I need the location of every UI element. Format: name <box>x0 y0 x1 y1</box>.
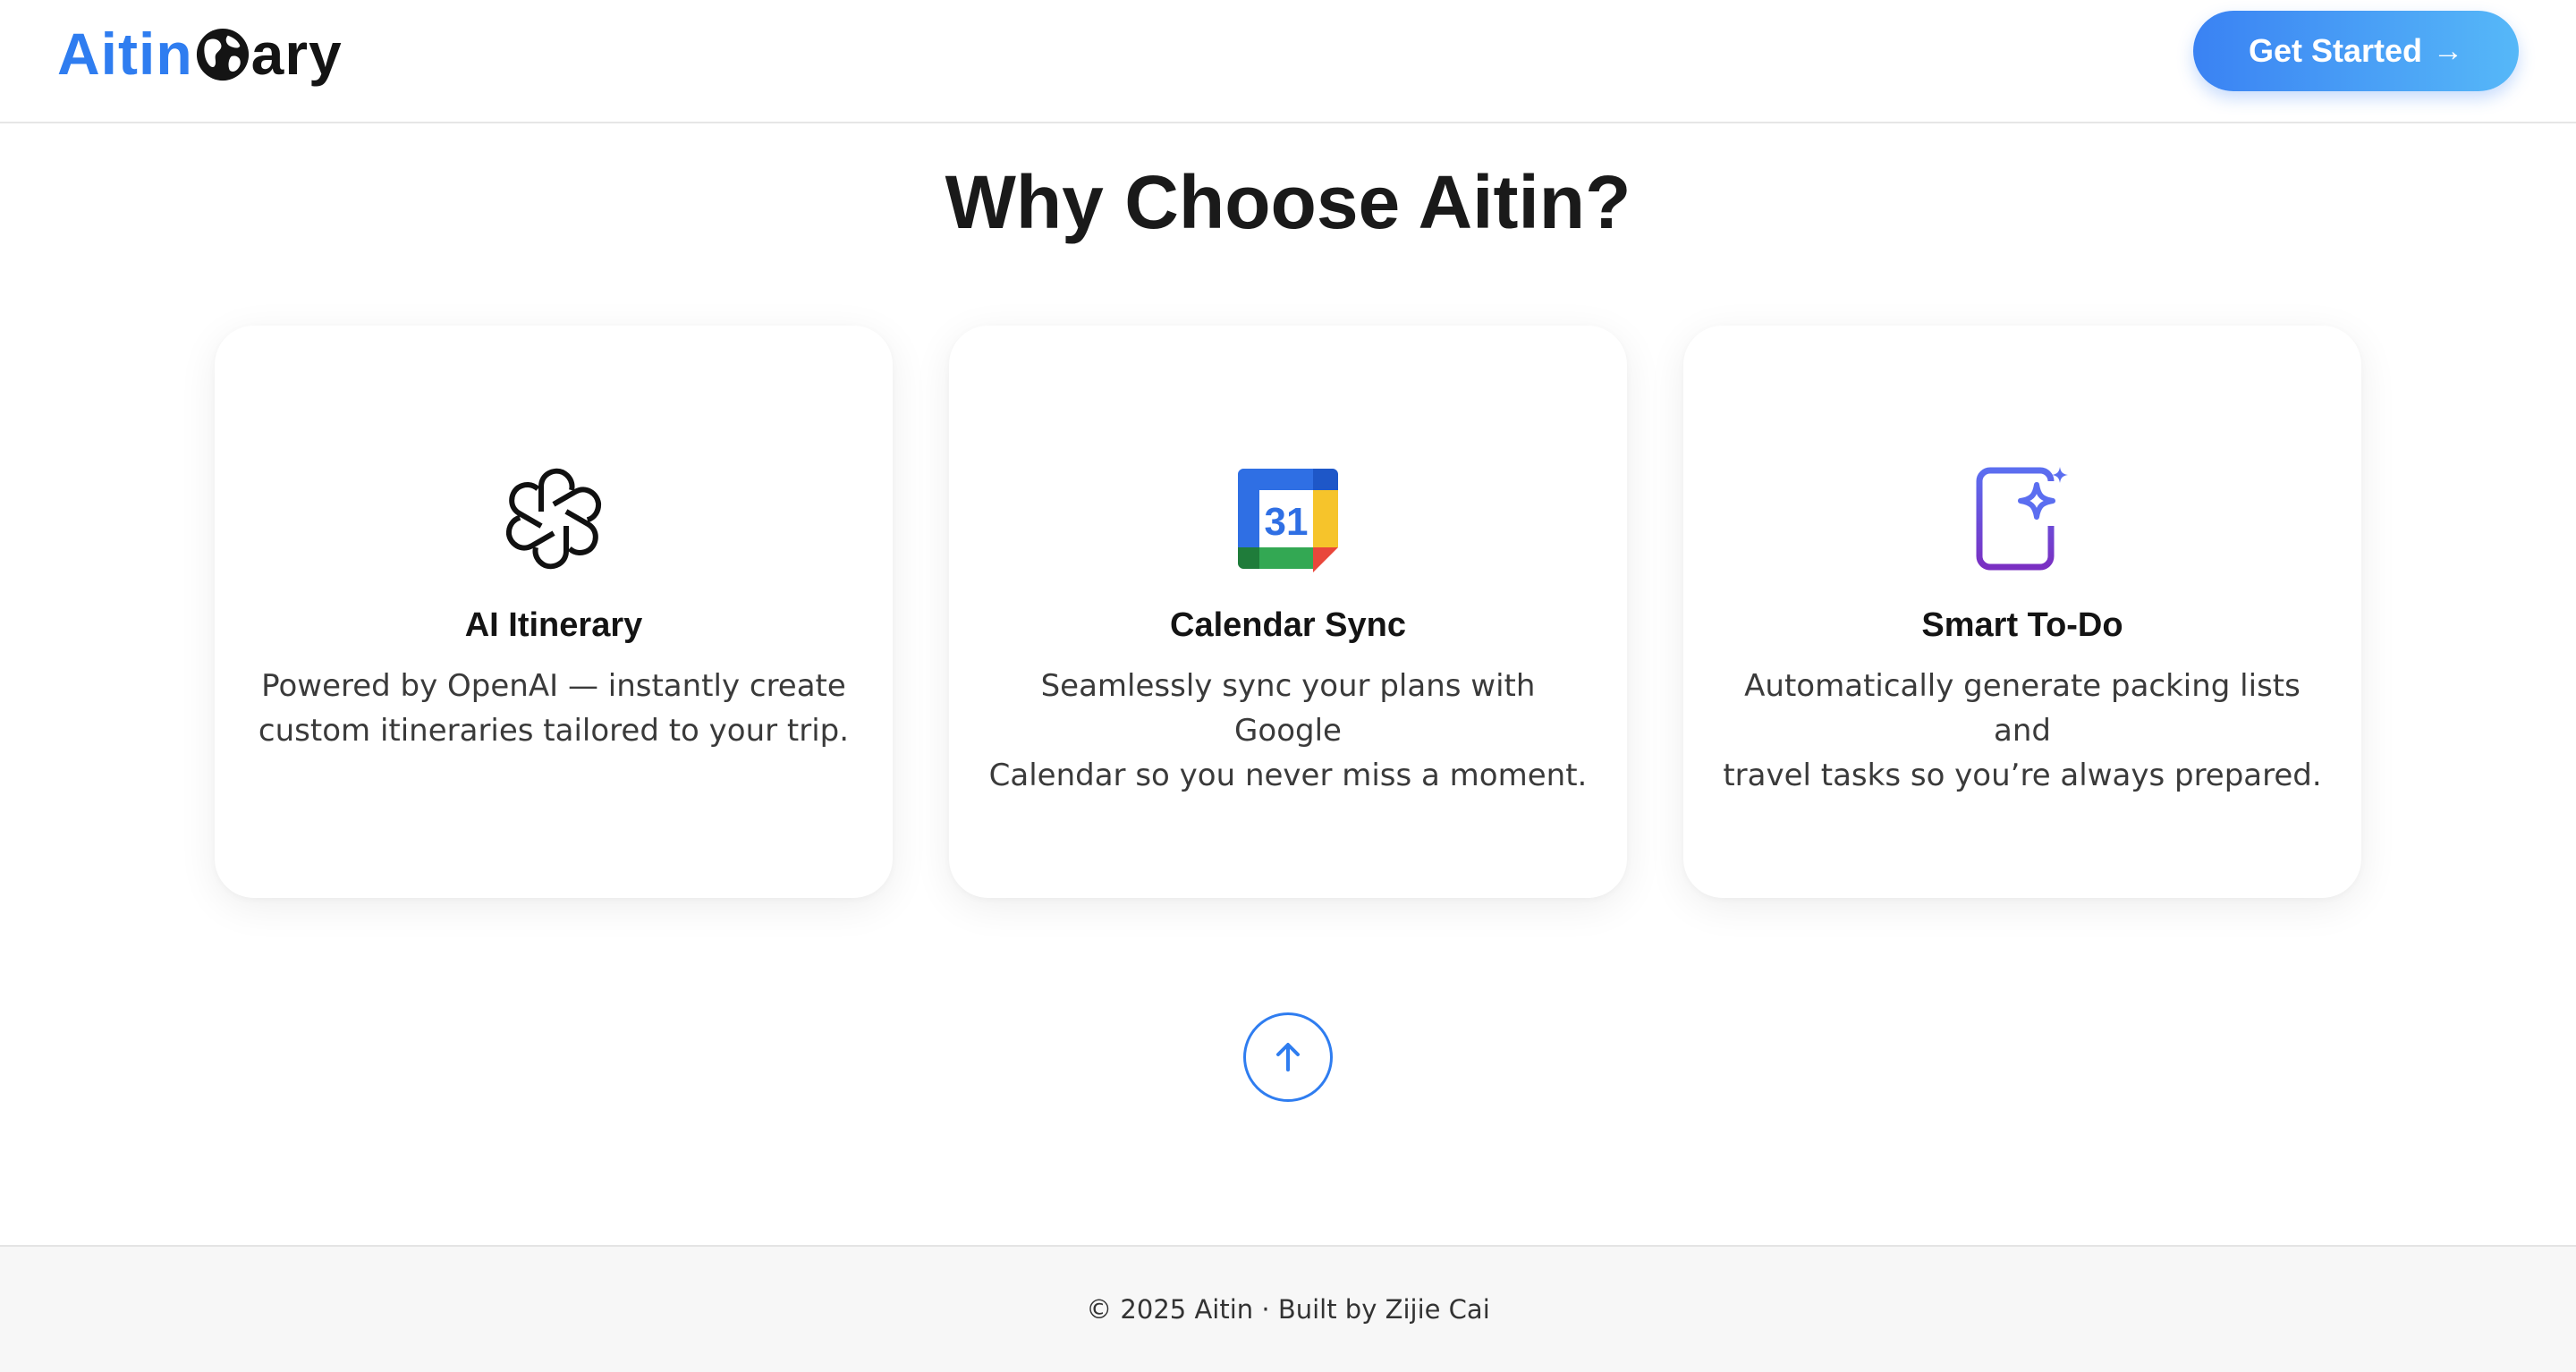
feature-description-line2: travel tasks so you’re always prepared. <box>1723 758 2322 793</box>
google-calendar-icon: 31 <box>1238 469 1338 572</box>
feature-title: AI Itinerary <box>464 606 643 644</box>
feature-description-line1: Automatically generate packing lists and <box>1744 668 2301 749</box>
feature-card-ai-itinerary: AI Itinerary Powered by OpenAI — instant… <box>215 326 893 898</box>
smart-todo-icon <box>1976 467 2068 571</box>
logo-text-secondary: ary <box>250 21 343 87</box>
page: Aitin ary Get Started → Why Choose Aitin… <box>0 0 2576 1372</box>
get-started-button[interactable]: Get Started → <box>2193 11 2519 91</box>
logo[interactable]: Aitin ary <box>57 18 343 89</box>
logo-text-primary: Aitin <box>57 21 193 87</box>
feature-description: Seamlessly sync your plans with Google C… <box>985 664 1591 798</box>
feature-card-smart-todo: Smart To-Do Automatically generate packi… <box>1683 326 2361 898</box>
get-started-label: Get Started <box>2248 32 2423 69</box>
feature-description-line1: Seamlessly sync your plans with Google <box>1040 668 1536 749</box>
site-header: Aitin ary Get Started → <box>0 0 2576 123</box>
openai-logo-icon <box>498 468 609 574</box>
section-title: Why Choose Aitin? <box>945 160 1631 244</box>
feature-title: Calendar Sync <box>1170 606 1406 644</box>
footer-copyright: © 2025 Aitin · Built by Zijie Cai <box>1086 1294 1490 1325</box>
feature-title: Smart To-Do <box>1921 606 2123 644</box>
arrow-up-icon <box>1276 1043 1300 1071</box>
feature-description: Automatically generate packing lists and… <box>1719 664 2326 798</box>
calendar-day-number: 31 <box>1265 500 1309 544</box>
feature-description-line2: Calendar so you never miss a moment. <box>988 758 1588 793</box>
site-footer: © 2025 Aitin · Built by Zijie Cai <box>0 1245 2576 1372</box>
scroll-to-top-button[interactable] <box>1243 1012 1333 1102</box>
arrow-right-icon: → <box>2433 33 2464 68</box>
feature-description: Powered by OpenAI — instantly create cus… <box>250 664 857 753</box>
feature-description-line2: custom itineraries tailored to your trip… <box>258 713 850 749</box>
feature-description-line1: Powered by OpenAI — instantly create <box>261 668 846 704</box>
globe-icon <box>196 28 249 81</box>
feature-card-calendar-sync: 31 Calendar Sync Seamlessly sync your pl… <box>949 326 1627 898</box>
